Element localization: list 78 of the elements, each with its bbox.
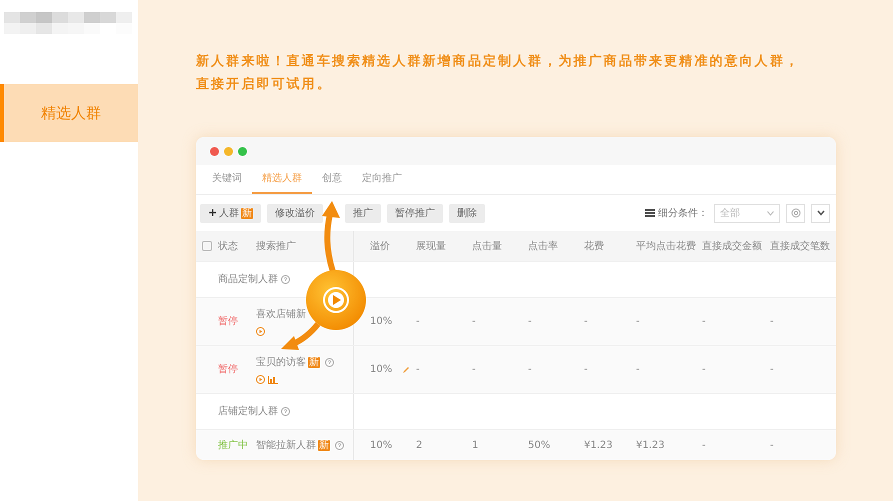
toolbar-button[interactable]: 删除	[449, 204, 486, 222]
settings-button[interactable]	[786, 204, 805, 222]
table-cell-text: 1	[472, 438, 478, 452]
group-label: 商品定制人群	[218, 272, 278, 287]
pencil-icon[interactable]	[402, 366, 410, 374]
audience-name: 宝贝的访客	[256, 356, 306, 370]
column-header: 直接成交笔数	[770, 240, 830, 254]
filter-icon	[645, 209, 655, 217]
expand-button[interactable]	[811, 204, 830, 222]
status-text: 推广中	[218, 438, 248, 452]
table-cell-text: -	[416, 315, 420, 329]
column-header: 溢价	[370, 240, 390, 254]
settings-icon	[790, 208, 800, 218]
play-circle-icon[interactable]	[256, 375, 265, 384]
announcement-text: 新人群来啦！直通车搜索精选人群新增商品定制人群，为推广商品带来更精准的意向人群，直接开启即可试用。	[196, 52, 801, 94]
play-button[interactable]	[306, 270, 366, 330]
audience-name: 智能拉新人群	[256, 438, 316, 452]
table-cell-text: -	[584, 363, 588, 377]
audience-name: 喜欢店铺新	[256, 308, 306, 322]
column-header: 直接成交金额	[702, 240, 762, 254]
toolbar-button[interactable]: 暂停推广	[387, 204, 444, 222]
plus-icon: +	[208, 204, 218, 222]
table-cell-text: 50%	[528, 438, 550, 452]
table-cell-text: ¥1.23	[636, 438, 665, 452]
tab[interactable]: 精选人群	[252, 165, 312, 194]
table-cell-text: -	[528, 315, 532, 329]
filter-select[interactable]: 全部	[714, 204, 780, 222]
table-cell-text: -	[702, 438, 706, 452]
column-header: 点击量	[472, 240, 502, 254]
table-cell-text: 10%	[370, 315, 392, 329]
table-cell-text: -	[472, 315, 476, 329]
column-header: 展现量	[416, 240, 446, 254]
tab[interactable]: 关键词	[202, 165, 252, 194]
table-cell-text: -	[770, 363, 774, 377]
curved-arrow	[281, 322, 320, 350]
table-cell-text: 10%	[370, 438, 392, 452]
table-cell-text: -	[770, 438, 774, 452]
add-group-button[interactable]: + 人群 新	[200, 204, 262, 222]
toolbar-button[interactable]: 推广	[345, 204, 382, 222]
help-icon	[281, 407, 290, 416]
column-header: 花费	[584, 240, 604, 254]
select-all-checkbox[interactable]	[202, 241, 212, 251]
toolbar-button[interactable]: 修改溢价	[267, 204, 324, 222]
table-cell-text: -	[770, 315, 774, 329]
curved-arrow	[322, 201, 340, 273]
group-label: 店铺定制人群	[218, 404, 278, 419]
chevron-down-icon	[767, 210, 774, 216]
status-text: 暂停	[218, 314, 238, 329]
table-cell-text: -	[472, 363, 476, 377]
chevron-down-icon	[816, 210, 824, 216]
tab[interactable]: 创意	[312, 165, 352, 194]
column-header: 点击率	[528, 240, 558, 254]
table-cell-text: -	[702, 363, 706, 377]
table-cell-text: -	[702, 315, 706, 329]
table-cell-text: -	[636, 315, 640, 329]
status-text: 暂停	[218, 362, 238, 377]
new-badge: 新	[241, 208, 254, 218]
bar-chart-icon[interactable]	[268, 376, 278, 384]
table-cell-text: 2	[416, 438, 422, 452]
column-header: 状态	[218, 240, 238, 254]
maximize-dot-icon	[238, 146, 247, 156]
column-header: 搜索推广	[256, 240, 296, 254]
table-cell-text: -	[416, 363, 420, 377]
table-cell-text: -	[584, 315, 588, 329]
help-icon	[281, 275, 290, 284]
play-circle-icon[interactable]	[256, 327, 265, 336]
table-cell-text: -	[528, 363, 532, 377]
new-badge: 新	[318, 440, 330, 450]
tab[interactable]: 定向推广	[352, 165, 412, 194]
table-cell-text: -	[636, 363, 640, 377]
table-cell-text: 10%	[370, 363, 392, 377]
filter-label: 细分条件：	[658, 206, 708, 220]
column-header: 平均点击花费	[636, 240, 696, 254]
new-badge: 新	[308, 357, 320, 368]
sidebar-item[interactable]: 精选人群	[0, 84, 138, 142]
minimize-dot-icon	[224, 146, 233, 156]
table-cell-text: ¥1.23	[584, 438, 613, 452]
close-dot-icon	[210, 146, 219, 156]
